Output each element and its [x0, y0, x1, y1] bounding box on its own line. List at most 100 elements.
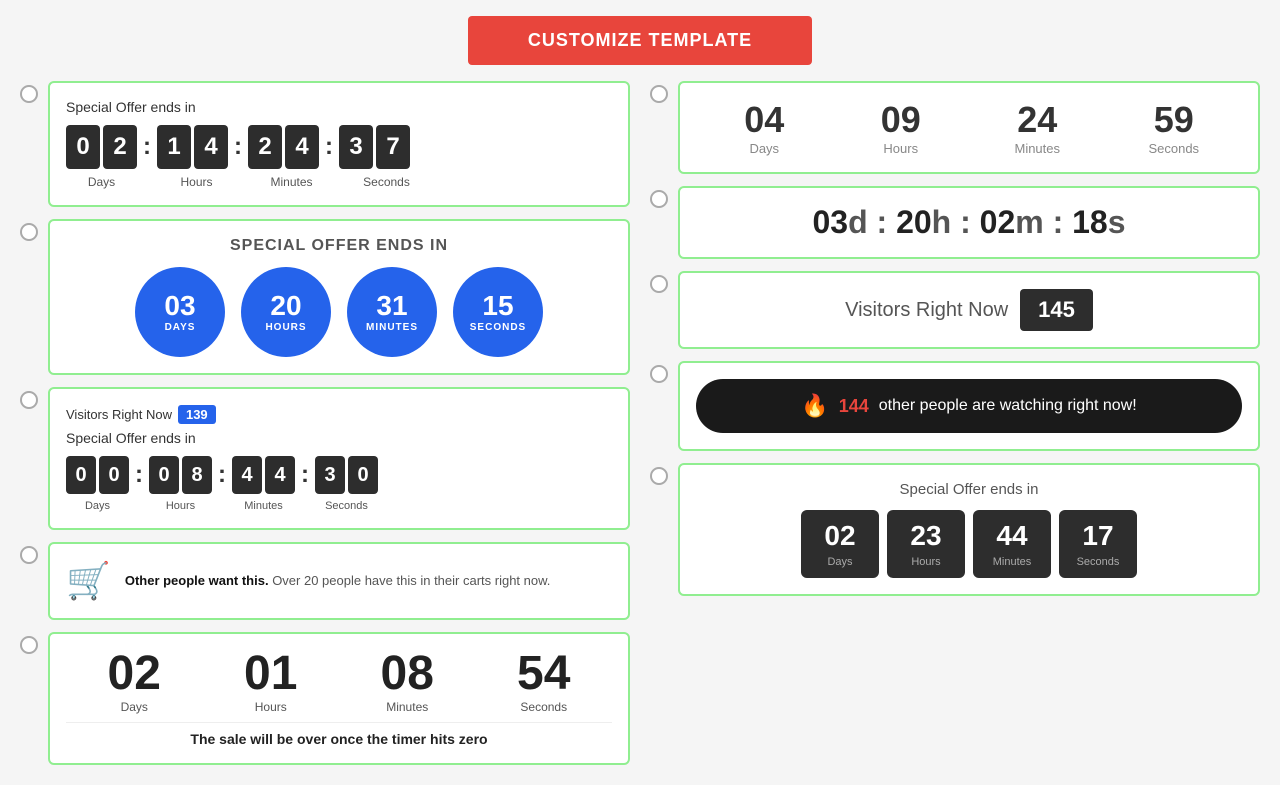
c3-colon-1: :: [133, 461, 145, 489]
inline-hours: 20: [896, 204, 932, 240]
big-seconds-num: 54: [517, 650, 570, 698]
plain-days-lbl: Days: [696, 141, 833, 156]
card-3-wrap: Visitors Right Now 139 Special Offer end…: [20, 387, 630, 530]
c3-days-label: Days: [66, 500, 129, 512]
visitors-label: Visitors Right Now: [66, 407, 172, 422]
card-3: Visitors Right Now 139 Special Offer end…: [48, 387, 630, 530]
c3-hours-block: 0 8: [149, 456, 212, 494]
card-2-title: SPECIAL OFFER ENDS IN: [66, 237, 612, 255]
dark-hours-lbl: Hours: [893, 556, 959, 568]
dark-days: 02 Days: [801, 510, 879, 578]
radio-3[interactable]: [20, 391, 38, 409]
c3-hours-label: Hours: [149, 500, 212, 512]
visitors-right: Visitors Right Now 145: [696, 289, 1242, 331]
c3-days-d2: 0: [99, 456, 129, 494]
circle-minutes-num: 31: [376, 292, 407, 320]
radio-2[interactable]: [20, 223, 38, 241]
visitors-right-label: Visitors Right Now: [845, 299, 1008, 322]
dark-seconds-num: 17: [1065, 520, 1131, 552]
card-2: SPECIAL OFFER ENDS IN 03 DAYS 20 HOURS 3…: [48, 219, 630, 375]
minutes-digit-1: 2: [248, 125, 282, 169]
seconds-label: Seconds: [351, 175, 422, 189]
inline-timer: 03d : 20h : 02m : 18s: [696, 204, 1242, 241]
customize-button[interactable]: CUSTOMIZE TEMPLATE: [468, 16, 812, 65]
card-3-offer-title: Special Offer ends in: [66, 430, 612, 446]
dark-seconds: 17 Seconds: [1059, 510, 1137, 578]
dark-timer: 02 Days 23 Hours 44 Minutes 17 Seconds: [696, 510, 1242, 578]
radio-r5[interactable]: [650, 467, 668, 485]
c3-minutes-d1: 4: [232, 456, 262, 494]
inline-minutes: 02: [980, 204, 1016, 240]
right-column: 04 Days 09 Hours 24 Minutes 59 Seconds: [650, 81, 1260, 765]
minutes-block: 2 4: [248, 125, 319, 169]
dark-days-lbl: Days: [807, 556, 873, 568]
circle-hours-num: 20: [270, 292, 301, 320]
card-1-title: Special Offer ends in: [66, 99, 612, 115]
fire-text: other people are watching right now!: [879, 397, 1137, 415]
plain-seconds: 59 Seconds: [1106, 99, 1243, 156]
card-r4-wrap: 🔥 144 other people are watching right no…: [650, 361, 1260, 451]
plain-seconds-num: 59: [1106, 99, 1243, 141]
big-minutes-num: 08: [381, 650, 434, 698]
big-minutes-lbl: Minutes: [381, 700, 434, 714]
fire-icon: 🔥: [801, 393, 828, 419]
circle-days: 03 DAYS: [135, 267, 225, 357]
card-r3-wrap: Visitors Right Now 145: [650, 271, 1260, 349]
radio-r1[interactable]: [650, 85, 668, 103]
circle-minutes: 31 MINUTES: [347, 267, 437, 357]
dark-seconds-lbl: Seconds: [1065, 556, 1131, 568]
fire-count: 144: [839, 396, 869, 417]
card-r2: 03d : 20h : 02m : 18s: [678, 186, 1260, 259]
hours-digit-1: 1: [157, 125, 191, 169]
radio-r4[interactable]: [650, 365, 668, 383]
big-hours-lbl: Hours: [244, 700, 297, 714]
dark-minutes-num: 44: [979, 520, 1045, 552]
cart-bold-text: Other people want this.: [125, 573, 269, 588]
c3-colon-2: :: [216, 461, 228, 489]
big-sale-text: The sale will be over once the timer hit…: [66, 722, 612, 747]
days-digit-1: 0: [66, 125, 100, 169]
radio-r3[interactable]: [650, 275, 668, 293]
c3-minutes-d2: 4: [265, 456, 295, 494]
colon-3: :: [323, 133, 335, 161]
circle-timer: 03 DAYS 20 HOURS 31 MINUTES 15 SECONDS: [66, 267, 612, 357]
colon-1: :: [141, 133, 153, 161]
cart-extra-text: Over 20 people have this in their carts …: [269, 573, 551, 588]
card-1-wrap: Special Offer ends in 0 2 : 1 4 :: [20, 81, 630, 207]
big-days-lbl: Days: [108, 700, 161, 714]
hours-digit-2: 4: [194, 125, 228, 169]
c3-seconds-label: Seconds: [315, 500, 378, 512]
plain-seconds-lbl: Seconds: [1106, 141, 1243, 156]
plain-hours-lbl: Hours: [833, 141, 970, 156]
card-r2-wrap: 03d : 20h : 02m : 18s: [650, 186, 1260, 259]
minutes-label: Minutes: [256, 175, 327, 189]
c3-minutes-block: 4 4: [232, 456, 295, 494]
c3-colon-3: :: [299, 461, 311, 489]
card-r5-wrap: Special Offer ends in 02 Days 23 Hours 4…: [650, 463, 1260, 596]
circle-hours-lbl: HOURS: [265, 322, 306, 333]
days-label: Days: [66, 175, 137, 189]
radio-4[interactable]: [20, 546, 38, 564]
plain-days-num: 04: [696, 99, 833, 141]
plain-minutes-lbl: Minutes: [969, 141, 1106, 156]
plain-hours-num: 09: [833, 99, 970, 141]
circle-hours: 20 HOURS: [241, 267, 331, 357]
card-r3: Visitors Right Now 145: [678, 271, 1260, 349]
radio-5[interactable]: [20, 636, 38, 654]
circle-days-lbl: DAYS: [165, 322, 196, 333]
cart-content: 🛒 Other people want this. Over 20 people…: [66, 560, 612, 602]
circle-minutes-lbl: MINUTES: [366, 322, 418, 333]
card-r1-wrap: 04 Days 09 Hours 24 Minutes 59 Seconds: [650, 81, 1260, 174]
plain-days: 04 Days: [696, 99, 833, 156]
visitors-count-badge: 139: [178, 405, 216, 424]
big-hours: 01 Hours: [244, 650, 297, 714]
inline-m-label: m: [1015, 204, 1043, 240]
circle-seconds: 15 SECONDS: [453, 267, 543, 357]
minutes-digit-2: 4: [285, 125, 319, 169]
c3-minutes-label: Minutes: [232, 500, 295, 512]
seconds-block: 3 7: [339, 125, 410, 169]
radio-1[interactable]: [20, 85, 38, 103]
radio-r2[interactable]: [650, 190, 668, 208]
c3-seconds-d2: 0: [348, 456, 378, 494]
c3-seconds-d1: 3: [315, 456, 345, 494]
